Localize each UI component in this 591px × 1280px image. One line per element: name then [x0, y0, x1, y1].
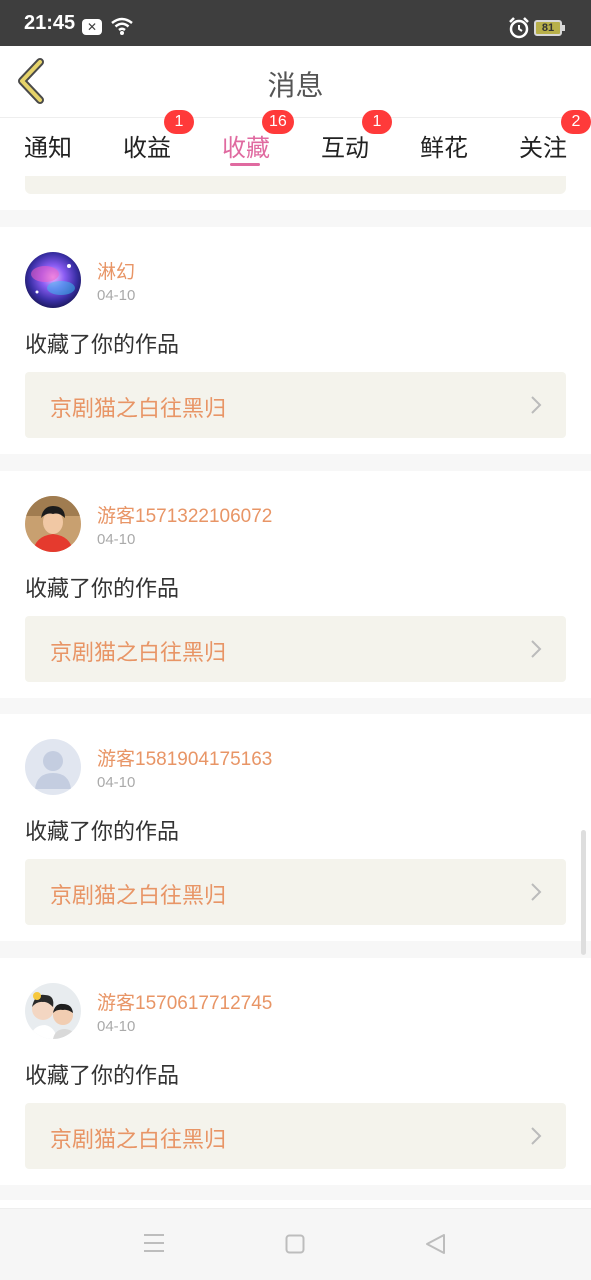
message-date: 04-10: [97, 531, 136, 548]
work-title: 京剧猫之白往黑归: [50, 641, 227, 666]
tab-flowers[interactable]: 鲜花: [420, 128, 468, 163]
message-card: 淋幻 04-10 收藏了你的作品 京剧猫之白往黑归: [0, 227, 591, 454]
home-icon[interactable]: [285, 1234, 305, 1254]
tab-earnings[interactable]: 收益: [123, 128, 171, 163]
message-date: 04-10: [97, 287, 136, 304]
avatar[interactable]: [25, 252, 81, 308]
system-nav-bar: [0, 1208, 591, 1280]
tab-interactions[interactable]: 互动: [321, 128, 369, 163]
menu-icon[interactable]: [143, 1233, 165, 1253]
scrollbar[interactable]: [581, 830, 586, 955]
wifi-icon: [111, 17, 133, 35]
username[interactable]: 游客1581904175163: [97, 744, 272, 771]
boy-avatar-icon: [25, 496, 81, 552]
partial-message-card: [0, 176, 591, 210]
tab-bar: [0, 118, 591, 176]
work-link[interactable]: 京剧猫之白往黑归: [25, 859, 566, 925]
message-date: 04-10: [97, 1018, 136, 1035]
active-tab-indicator: [230, 163, 260, 166]
work-title: 京剧猫之白往黑归: [50, 397, 227, 422]
nav-bar: 消息: [0, 46, 591, 118]
message-card: 游客1571322106072 04-10 收藏了你的作品 京剧猫之白往黑归: [0, 471, 591, 698]
message-text: 收藏了你的作品: [25, 1064, 180, 1089]
tab-favorites[interactable]: 收藏: [222, 128, 270, 163]
badge-follows: 2: [561, 110, 591, 134]
message-date: 04-10: [97, 774, 136, 791]
chevron-right-icon: [531, 1127, 542, 1145]
username[interactable]: 游客1570617712745: [97, 988, 272, 1015]
partial-message-card-bottom: [0, 1200, 591, 1208]
partial-work-link[interactable]: [25, 176, 566, 194]
chevron-right-icon: [531, 396, 542, 414]
alarm-icon: [509, 17, 529, 39]
badge-favorites: 16: [262, 110, 294, 134]
message-card: 游客1581904175163 04-10 收藏了你的作品 京剧猫之白往黑归: [0, 714, 591, 941]
username[interactable]: 游客1571322106072: [97, 501, 272, 528]
chevron-right-icon: [531, 883, 542, 901]
tab-notifications[interactable]: 通知: [24, 128, 72, 163]
avatar[interactable]: [25, 983, 81, 1039]
chevron-right-icon: [531, 640, 542, 658]
work-link[interactable]: 京剧猫之白往黑归: [25, 372, 566, 438]
work-link[interactable]: 京剧猫之白往黑归: [25, 616, 566, 682]
back-triangle-icon[interactable]: [424, 1233, 446, 1255]
badge-interactions: 1: [362, 110, 392, 134]
username[interactable]: 淋幻: [97, 257, 135, 284]
avatar[interactable]: [25, 739, 81, 795]
status-time: 21:45: [24, 12, 76, 34]
work-link[interactable]: 京剧猫之白往黑归: [25, 1103, 566, 1169]
work-title: 京剧猫之白往黑归: [50, 1128, 227, 1153]
tab-follows[interactable]: 关注: [519, 128, 567, 163]
work-title: 京剧猫之白往黑归: [50, 884, 227, 909]
message-text: 收藏了你的作品: [25, 577, 180, 602]
x-icon: ✕: [82, 19, 102, 35]
galaxy-avatar-icon: [25, 252, 81, 308]
page-title: 消息: [267, 69, 324, 102]
badge-earnings: 1: [164, 110, 194, 134]
status-bar: 21:45 ✕ 81: [0, 0, 591, 46]
message-text: 收藏了你的作品: [25, 820, 180, 845]
kids-avatar-icon: [25, 983, 81, 1039]
default-avatar-icon: [25, 739, 81, 795]
avatar[interactable]: [25, 496, 81, 552]
battery-icon: 81: [534, 20, 565, 36]
message-card: 游客1570617712745 04-10 收藏了你的作品 京剧猫之白往黑归: [0, 958, 591, 1185]
message-text: 收藏了你的作品: [25, 333, 180, 358]
